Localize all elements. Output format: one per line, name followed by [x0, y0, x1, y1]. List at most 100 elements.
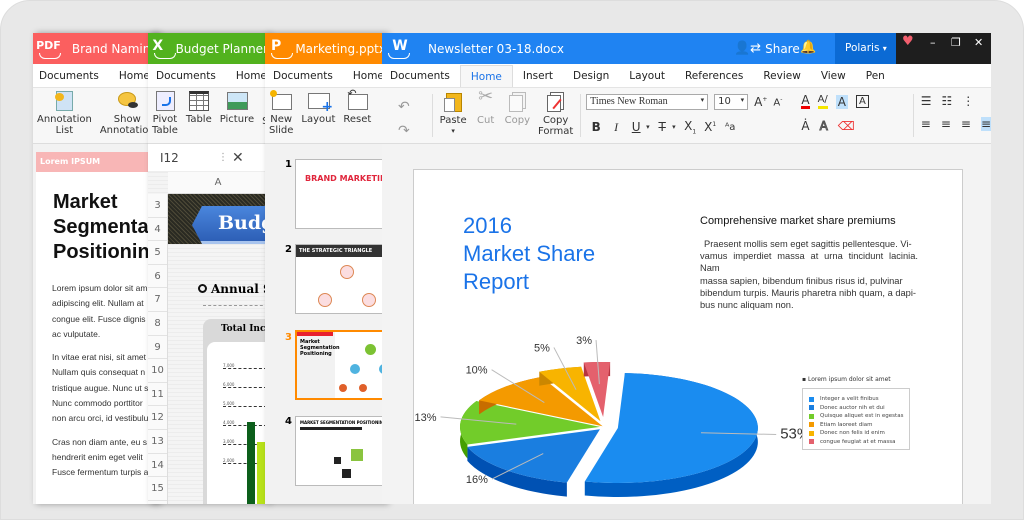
- paste-button[interactable]: Paste ▾: [436, 88, 471, 143]
- notification-bell-icon[interactable]: 🔔: [800, 40, 816, 55]
- spreadsheet-tab-home[interactable]: Home: [226, 65, 268, 87]
- subscript-icon[interactable]: X1: [680, 119, 700, 135]
- word-tab-view[interactable]: View: [811, 65, 856, 87]
- word-tab-design[interactable]: Design: [563, 65, 619, 87]
- word-tab-pen[interactable]: Pen: [856, 65, 895, 87]
- align-center-icon[interactable]: ≡: [941, 117, 951, 131]
- slide-thumbnail-4[interactable]: MARKET SEGMENTATION POSITIONING: [295, 416, 386, 486]
- spreadsheet-titlebar[interactable]: X Budget Planner: [148, 33, 268, 64]
- word-titlebar[interactable]: W Newsletter 03-18.docx 👤⇄ Share 🔔 Polari…: [382, 33, 991, 64]
- heart-icon[interactable]: ♥: [902, 34, 914, 49]
- row-header[interactable]: 13: [148, 430, 167, 454]
- pdf-tab-documents[interactable]: Documents: [33, 65, 109, 87]
- column-header-a[interactable]: A: [168, 172, 268, 194]
- row-header[interactable]: 4: [148, 218, 167, 242]
- italic-icon[interactable]: I: [606, 120, 626, 135]
- word-tab-insert[interactable]: Insert: [513, 65, 563, 87]
- slide-thumbnail-1[interactable]: BRAND MARKETING: [295, 159, 386, 229]
- divider-dashed: [203, 305, 268, 306]
- presentation-tab-home[interactable]: Home: [343, 65, 386, 87]
- row-header[interactable]: 11: [148, 383, 167, 407]
- justify-icon[interactable]: ≡: [980, 117, 991, 131]
- emphasis-icon[interactable]: Ȧ: [801, 119, 809, 133]
- word-tab-layout[interactable]: Layout: [619, 65, 675, 87]
- font-name-select[interactable]: Times New Roman ▾: [586, 94, 709, 110]
- undo-icon[interactable]: ↶: [398, 95, 429, 119]
- new-slide-button[interactable]: New Slide: [265, 88, 297, 143]
- row-header[interactable]: 9: [148, 336, 167, 360]
- grow-font-icon[interactable]: A+: [754, 95, 767, 109]
- new-slide-icon: [270, 90, 293, 112]
- share-button[interactable]: 👤⇄ Share: [734, 41, 800, 56]
- word-tab-home[interactable]: Home: [459, 65, 513, 87]
- spreadsheet-app-icon: X: [148, 33, 176, 64]
- cell-reference[interactable]: I12: [148, 151, 218, 165]
- row-header[interactable]: 12: [148, 406, 167, 430]
- underline-icon[interactable]: U: [626, 120, 646, 134]
- font-name-value: Times New Roman: [590, 96, 668, 107]
- presentation-titlebar[interactable]: P Marketing.pptx: [265, 33, 386, 64]
- slide-thumbnail-3[interactable]: Market Segmentation Positioning: [295, 330, 386, 400]
- row-header[interactable]: 14: [148, 454, 167, 478]
- layout-button[interactable]: + Layout: [297, 88, 339, 143]
- text-line: vamus imperdiet massa at urna tincidunt …: [700, 251, 918, 274]
- annotation-list-button[interactable]: Annotation List: [33, 88, 96, 143]
- user-menu[interactable]: Polaris ▾: [835, 33, 896, 64]
- reset-button[interactable]: ↶ Reset: [339, 88, 375, 143]
- multilevel-list-icon[interactable]: ⋮: [962, 94, 974, 108]
- row-header[interactable]: 6: [148, 265, 167, 289]
- clear-format-icon[interactable]: ⌫: [838, 119, 855, 133]
- numbered-list-icon[interactable]: ☷: [942, 94, 953, 108]
- redo-icon[interactable]: ↷: [398, 119, 429, 143]
- row-header[interactable]: 8: [148, 312, 167, 336]
- align-left-icon[interactable]: ≡: [921, 117, 931, 131]
- pdf-titlebar[interactable]: PDF Brand Naming: [33, 33, 158, 64]
- more-icon[interactable]: ⋮: [218, 152, 232, 163]
- spreadsheet-title: Budget Planner: [175, 41, 268, 56]
- row-header[interactable]: 15: [148, 477, 167, 501]
- word-tab-documents[interactable]: Documents: [382, 65, 460, 87]
- superscript-icon[interactable]: X1: [700, 120, 720, 134]
- row-header[interactable]: 7: [148, 288, 167, 312]
- row-header[interactable]: 5: [148, 241, 167, 265]
- text-outline-icon[interactable]: A: [819, 119, 828, 134]
- copy-format-button[interactable]: Copy Format: [534, 88, 577, 143]
- word-tab-references[interactable]: References: [675, 65, 753, 87]
- bullet-list-icon[interactable]: ☰: [921, 94, 932, 108]
- copy-button[interactable]: Copy: [501, 88, 534, 143]
- slide-thumbnail-2[interactable]: THE STRATEGIC TRIANGLE: [295, 244, 386, 314]
- shrink-font-icon[interactable]: A-: [773, 96, 782, 108]
- slide-3-title: Market Segmentation Positioning: [300, 339, 340, 357]
- copy-label: Copy: [504, 115, 531, 126]
- bold-icon[interactable]: B: [586, 120, 606, 134]
- y-tick-label: 5,000: [223, 402, 268, 407]
- row-header[interactable]: 3: [148, 194, 167, 218]
- table-button[interactable]: Table: [182, 88, 216, 143]
- font-size-select[interactable]: 10 ▾: [714, 94, 749, 110]
- font-group: Times New Roman ▾ 10 ▾ A+ A- B I U ▾ T ▾ X1 …: [584, 88, 801, 143]
- cut-button[interactable]: ✂ Cut: [471, 88, 501, 143]
- picture-button[interactable]: Picture: [216, 88, 258, 143]
- pivot-table-button[interactable]: Pivot Table: [148, 88, 182, 143]
- slide-number: 3: [285, 332, 292, 343]
- close-icon[interactable]: ✕: [232, 150, 244, 166]
- char-border-icon[interactable]: A: [856, 95, 869, 108]
- align-right-icon[interactable]: ≡: [961, 117, 971, 131]
- legend-label: Quisque aliquet est in egestas: [820, 413, 904, 420]
- spreadsheet-tab-documents[interactable]: Documents: [148, 65, 226, 87]
- close-window-icon[interactable]: ✕: [974, 36, 983, 49]
- font-color-icon[interactable]: A: [801, 94, 810, 109]
- strikethrough-icon[interactable]: T: [652, 120, 672, 134]
- word-window: W Newsletter 03-18.docx 👤⇄ Share 🔔 Polari…: [382, 33, 991, 504]
- chevron-down-icon: ▾: [882, 44, 887, 53]
- char-spacing-icon[interactable]: ᴬa: [720, 122, 740, 133]
- minimize-icon[interactable]: –: [930, 36, 936, 49]
- restore-icon[interactable]: ❐: [951, 36, 961, 49]
- presentation-tab-documents[interactable]: Documents: [265, 65, 343, 87]
- pdf-heading-line: Segmenta: [53, 216, 149, 238]
- highlight-color-icon[interactable]: A/: [817, 94, 828, 109]
- word-tab-review[interactable]: Review: [753, 65, 810, 87]
- text-shading-icon[interactable]: A: [835, 94, 848, 109]
- row-header[interactable]: 10: [148, 359, 167, 383]
- chevron-down-icon[interactable]: ▾: [672, 123, 680, 131]
